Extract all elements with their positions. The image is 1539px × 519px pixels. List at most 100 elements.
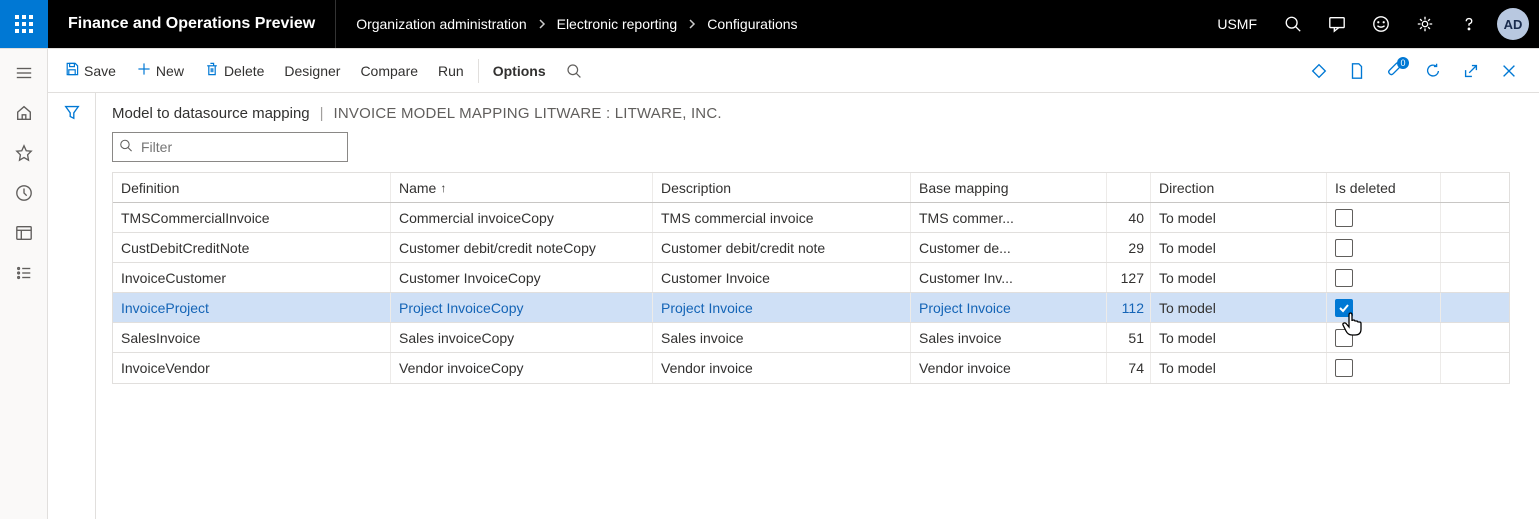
cell-name[interactable]: Customer debit/credit noteCopy <box>391 233 653 262</box>
cell-is-deleted[interactable] <box>1327 293 1441 322</box>
notifications-button[interactable] <box>1315 0 1359 48</box>
checkbox[interactable] <box>1335 299 1353 317</box>
search-button[interactable] <box>1271 0 1315 48</box>
cell-base-mapping[interactable]: Customer de... <box>911 233 1107 262</box>
cell-description[interactable]: Customer debit/credit note <box>653 233 911 262</box>
chevron-right-icon <box>537 19 547 29</box>
col-direction[interactable]: Direction <box>1151 173 1327 202</box>
table-row[interactable]: SalesInvoiceSales invoiceCopySales invoi… <box>113 323 1509 353</box>
favorites-button[interactable] <box>0 133 48 173</box>
table-row[interactable]: CustDebitCreditNoteCustomer debit/credit… <box>113 233 1509 263</box>
cell-base-count[interactable]: 29 <box>1107 233 1151 262</box>
cell-base-mapping[interactable]: Customer Inv... <box>911 263 1107 292</box>
waffle-icon <box>15 15 33 33</box>
close-button[interactable] <box>1493 55 1525 87</box>
settings-button[interactable] <box>1403 0 1447 48</box>
refresh-button[interactable] <box>1417 55 1449 87</box>
checkbox[interactable] <box>1335 209 1353 227</box>
cell-description[interactable]: Vendor invoice <box>653 353 911 383</box>
recent-button[interactable] <box>0 173 48 213</box>
cell-direction[interactable]: To model <box>1151 233 1327 262</box>
run-button[interactable]: Run <box>428 57 474 85</box>
cell-base-count[interactable]: 127 <box>1107 263 1151 292</box>
search-icon <box>119 139 133 156</box>
cell-description[interactable]: TMS commercial invoice <box>653 203 911 232</box>
col-is-deleted[interactable]: Is deleted <box>1327 173 1441 202</box>
compare-button[interactable]: Compare <box>350 57 428 85</box>
cell-definition[interactable]: InvoiceVendor <box>113 353 391 383</box>
cell-definition[interactable]: InvoiceProject <box>113 293 391 322</box>
cell-direction[interactable]: To model <box>1151 263 1327 292</box>
cell-base-mapping[interactable]: Vendor invoice <box>911 353 1107 383</box>
cell-description[interactable]: Project Invoice <box>653 293 911 322</box>
page-content: Model to datasource mapping | INVOICE MO… <box>96 93 1539 519</box>
cell-base-count[interactable]: 74 <box>1107 353 1151 383</box>
table-row[interactable]: InvoiceProjectProject InvoiceCopyProject… <box>113 293 1509 323</box>
help-button[interactable] <box>1447 0 1491 48</box>
cell-base-count[interactable]: 51 <box>1107 323 1151 352</box>
checkbox[interactable] <box>1335 359 1353 377</box>
cell-base-mapping[interactable]: Sales invoice <box>911 323 1107 352</box>
checkbox[interactable] <box>1335 239 1353 257</box>
cell-definition[interactable]: TMSCommercialInvoice <box>113 203 391 232</box>
breadcrumb-item[interactable]: Electronic reporting <box>557 16 678 32</box>
popout-button[interactable] <box>1455 55 1487 87</box>
cell-base-mapping[interactable]: Project Invoice <box>911 293 1107 322</box>
modules-button[interactable] <box>0 253 48 293</box>
feedback-button[interactable] <box>1359 0 1403 48</box>
home-button[interactable] <box>0 93 48 133</box>
document-button[interactable] <box>1341 55 1373 87</box>
cell-direction[interactable]: To model <box>1151 203 1327 232</box>
cell-definition[interactable]: CustDebitCreditNote <box>113 233 391 262</box>
col-base-mapping[interactable]: Base mapping <box>911 173 1107 202</box>
workspaces-button[interactable] <box>0 213 48 253</box>
cell-is-deleted[interactable] <box>1327 353 1441 383</box>
company-code[interactable]: USMF <box>1203 16 1271 32</box>
app-launcher-button[interactable] <box>0 0 48 48</box>
cell-name[interactable]: Sales invoiceCopy <box>391 323 653 352</box>
cell-base-count[interactable]: 40 <box>1107 203 1151 232</box>
cell-is-deleted[interactable] <box>1327 323 1441 352</box>
delete-button[interactable]: Delete <box>194 55 274 86</box>
cell-description[interactable]: Sales invoice <box>653 323 911 352</box>
cell-description[interactable]: Customer Invoice <box>653 263 911 292</box>
avatar[interactable]: AD <box>1497 8 1529 40</box>
col-base-count[interactable] <box>1107 173 1151 202</box>
checkbox[interactable] <box>1335 269 1353 287</box>
cell-definition[interactable]: InvoiceCustomer <box>113 263 391 292</box>
hamburger-button[interactable] <box>0 53 48 93</box>
col-definition[interactable]: Definition <box>113 173 391 202</box>
cell-name[interactable]: Vendor invoiceCopy <box>391 353 653 383</box>
cell-name[interactable]: Customer InvoiceCopy <box>391 263 653 292</box>
toolbar-search-button[interactable] <box>556 57 592 85</box>
cell-name[interactable]: Commercial invoiceCopy <box>391 203 653 232</box>
filter-pane-toggle[interactable] <box>48 93 96 519</box>
designer-button[interactable]: Designer <box>274 57 350 85</box>
cell-definition[interactable]: SalesInvoice <box>113 323 391 352</box>
attachments-button[interactable] <box>1379 55 1411 87</box>
breadcrumb-item[interactable]: Configurations <box>707 16 797 32</box>
cell-name[interactable]: Project InvoiceCopy <box>391 293 653 322</box>
diamond-button[interactable] <box>1303 55 1335 87</box>
cell-direction[interactable]: To model <box>1151 323 1327 352</box>
action-toolbar: Save New Delete Designer Compare Run Opt… <box>48 49 1539 93</box>
cell-direction[interactable]: To model <box>1151 293 1327 322</box>
col-name[interactable]: Name↑ <box>391 173 653 202</box>
save-button[interactable]: Save <box>54 55 126 86</box>
table-row[interactable]: InvoiceVendorVendor invoiceCopyVendor in… <box>113 353 1509 383</box>
cell-is-deleted[interactable] <box>1327 203 1441 232</box>
checkbox[interactable] <box>1335 329 1353 347</box>
cell-base-count[interactable]: 112 <box>1107 293 1151 322</box>
table-row[interactable]: InvoiceCustomerCustomer InvoiceCopyCusto… <box>113 263 1509 293</box>
compare-label: Compare <box>360 63 418 79</box>
cell-base-mapping[interactable]: TMS commer... <box>911 203 1107 232</box>
table-row[interactable]: TMSCommercialInvoiceCommercial invoiceCo… <box>113 203 1509 233</box>
cell-is-deleted[interactable] <box>1327 233 1441 262</box>
new-button[interactable]: New <box>126 55 194 86</box>
cell-is-deleted[interactable] <box>1327 263 1441 292</box>
col-description[interactable]: Description <box>653 173 911 202</box>
filter-input[interactable] <box>112 132 348 162</box>
breadcrumb-item[interactable]: Organization administration <box>356 16 526 32</box>
cell-direction[interactable]: To model <box>1151 353 1327 383</box>
options-button[interactable]: Options <box>483 57 556 85</box>
